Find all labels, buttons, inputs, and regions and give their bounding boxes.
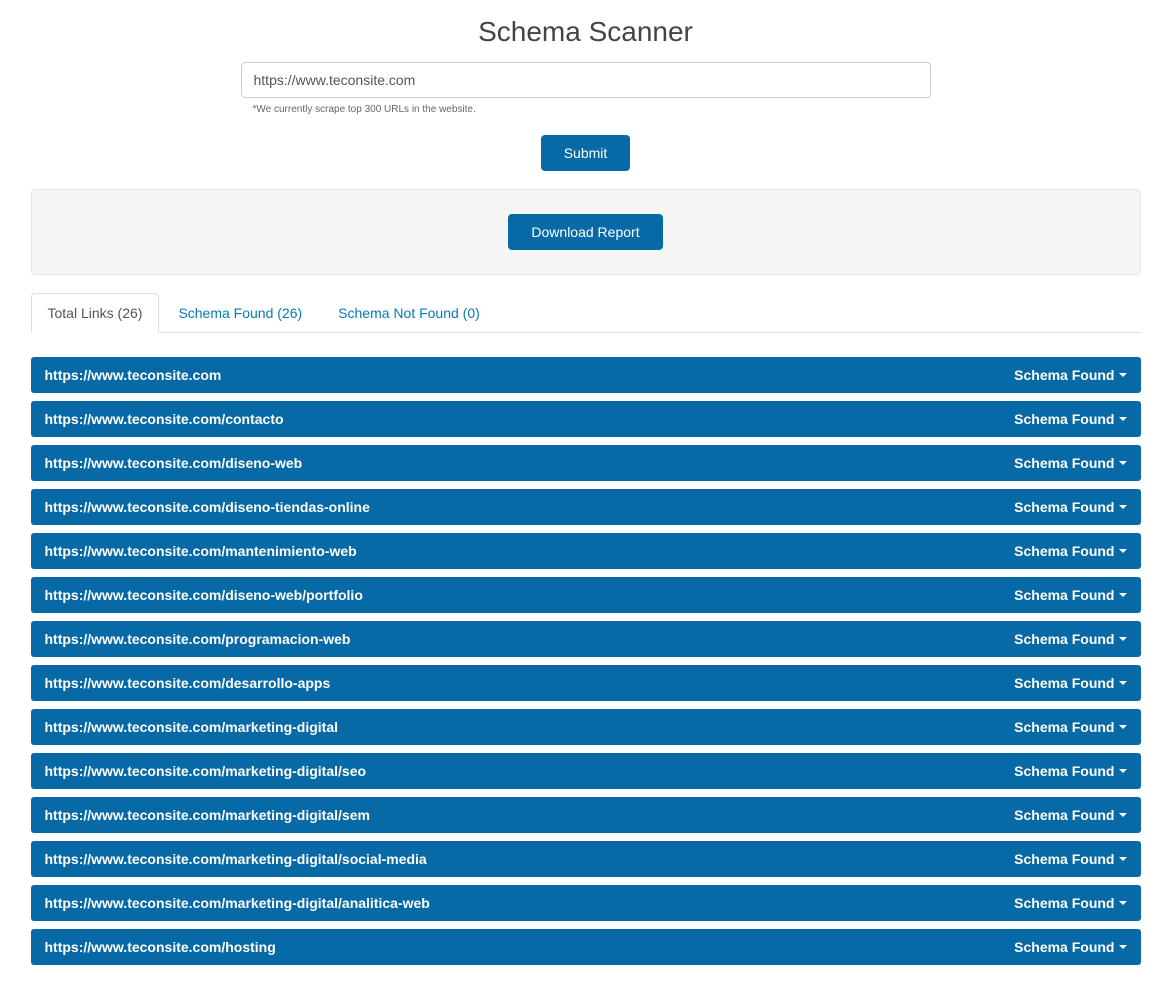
- result-status-label: Schema Found: [1014, 763, 1114, 779]
- result-status[interactable]: Schema Found: [1014, 631, 1126, 647]
- result-status[interactable]: Schema Found: [1014, 675, 1126, 691]
- result-status-label: Schema Found: [1014, 499, 1114, 515]
- result-status[interactable]: Schema Found: [1014, 763, 1126, 779]
- result-status-label: Schema Found: [1014, 587, 1114, 603]
- result-row[interactable]: https://www.teconsite.com/hosting Schema …: [31, 929, 1141, 965]
- result-row[interactable]: https://www.teconsite.com/programacion-w…: [31, 621, 1141, 657]
- caret-down-icon: [1119, 505, 1127, 509]
- caret-down-icon: [1119, 725, 1127, 729]
- results-list: https://www.teconsite.comSchema Foundhtt…: [31, 357, 1141, 965]
- result-url: https://www.teconsite.com/mantenimiento-…: [45, 543, 357, 559]
- result-row[interactable]: https://www.teconsite.com/marketing-digi…: [31, 753, 1141, 789]
- result-row[interactable]: https://www.teconsite.com/marketing-digi…: [31, 797, 1141, 833]
- caret-down-icon: [1119, 857, 1127, 861]
- caret-down-icon: [1119, 549, 1127, 553]
- caret-down-icon: [1119, 593, 1127, 597]
- result-url: https://www.teconsite.com: [45, 367, 222, 383]
- caret-down-icon: [1119, 461, 1127, 465]
- result-status-label: Schema Found: [1014, 675, 1114, 691]
- result-status-label: Schema Found: [1014, 719, 1114, 735]
- caret-down-icon: [1119, 417, 1127, 421]
- url-input[interactable]: [241, 62, 931, 98]
- tab-total-links[interactable]: Total Links (26): [31, 293, 160, 333]
- result-status[interactable]: Schema Found: [1014, 367, 1126, 383]
- result-status-label: Schema Found: [1014, 411, 1114, 427]
- result-url: https://www.teconsite.com/diseno-web: [45, 455, 303, 471]
- result-status-label: Schema Found: [1014, 367, 1114, 383]
- result-row[interactable]: https://www.teconsite.com/marketing-digi…: [31, 709, 1141, 745]
- result-status[interactable]: Schema Found: [1014, 851, 1126, 867]
- tabs: Total Links (26) Schema Found (26) Schem…: [31, 293, 1141, 333]
- caret-down-icon: [1119, 373, 1127, 377]
- caret-down-icon: [1119, 769, 1127, 773]
- result-status-label: Schema Found: [1014, 543, 1114, 559]
- result-url: https://www.teconsite.com/programacion-w…: [45, 631, 351, 647]
- result-row[interactable]: https://www.teconsite.com Schema Found: [31, 357, 1141, 393]
- result-url: https://www.teconsite.com/marketing-digi…: [45, 895, 430, 911]
- result-row[interactable]: https://www.teconsite.com/mantenimiento-…: [31, 533, 1141, 569]
- result-status[interactable]: Schema Found: [1014, 411, 1126, 427]
- result-status[interactable]: Schema Found: [1014, 543, 1126, 559]
- result-row[interactable]: https://www.teconsite.com/diseno-tiendas…: [31, 489, 1141, 525]
- caret-down-icon: [1119, 637, 1127, 641]
- result-status-label: Schema Found: [1014, 895, 1114, 911]
- result-status-label: Schema Found: [1014, 807, 1114, 823]
- result-url: https://www.teconsite.com/contacto: [45, 411, 284, 427]
- result-url: https://www.teconsite.com/hosting: [45, 939, 276, 955]
- result-url: https://www.teconsite.com/marketing-digi…: [45, 851, 427, 867]
- caret-down-icon: [1119, 813, 1127, 817]
- scrape-note: *We currently scrape top 300 URLs in the…: [241, 104, 931, 115]
- tab-schema-found[interactable]: Schema Found (26): [161, 293, 319, 332]
- result-status[interactable]: Schema Found: [1014, 587, 1126, 603]
- result-url: https://www.teconsite.com/diseno-tiendas…: [45, 499, 370, 515]
- result-url: https://www.teconsite.com/marketing-digi…: [45, 807, 370, 823]
- result-status[interactable]: Schema Found: [1014, 807, 1126, 823]
- result-status[interactable]: Schema Found: [1014, 719, 1126, 735]
- result-status-label: Schema Found: [1014, 939, 1114, 955]
- caret-down-icon: [1119, 945, 1127, 949]
- result-row[interactable]: https://www.teconsite.com/contacto Schema…: [31, 401, 1141, 437]
- result-url: https://www.teconsite.com/marketing-digi…: [45, 763, 367, 779]
- result-row[interactable]: https://www.teconsite.com/marketing-digi…: [31, 885, 1141, 921]
- result-row[interactable]: https://www.teconsite.com/marketing-digi…: [31, 841, 1141, 877]
- result-status-label: Schema Found: [1014, 851, 1114, 867]
- result-url: https://www.teconsite.com/marketing-digi…: [45, 719, 339, 735]
- result-status[interactable]: Schema Found: [1014, 895, 1126, 911]
- page-title: Schema Scanner: [31, 16, 1141, 48]
- result-row[interactable]: https://www.teconsite.com/diseno-web/por…: [31, 577, 1141, 613]
- result-status[interactable]: Schema Found: [1014, 499, 1126, 515]
- result-status[interactable]: Schema Found: [1014, 455, 1126, 471]
- report-panel: Download Report: [31, 189, 1141, 275]
- result-row[interactable]: https://www.teconsite.com/diseno-web Sche…: [31, 445, 1141, 481]
- download-report-button[interactable]: Download Report: [508, 214, 662, 250]
- result-url: https://www.teconsite.com/diseno-web/por…: [45, 587, 363, 603]
- result-row[interactable]: https://www.teconsite.com/desarrollo-app…: [31, 665, 1141, 701]
- result-status[interactable]: Schema Found: [1014, 939, 1126, 955]
- result-status-label: Schema Found: [1014, 455, 1114, 471]
- result-url: https://www.teconsite.com/desarrollo-app…: [45, 675, 331, 691]
- caret-down-icon: [1119, 901, 1127, 905]
- caret-down-icon: [1119, 681, 1127, 685]
- submit-button[interactable]: Submit: [541, 135, 631, 171]
- tab-schema-not-found[interactable]: Schema Not Found (0): [321, 293, 497, 332]
- result-status-label: Schema Found: [1014, 631, 1114, 647]
